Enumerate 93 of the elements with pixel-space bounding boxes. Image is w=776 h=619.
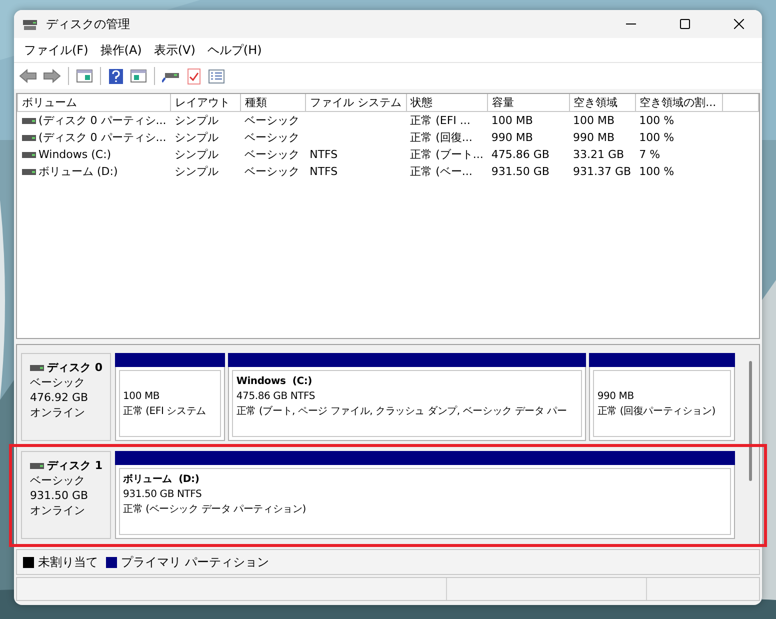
partition-size: 100 MB bbox=[123, 390, 161, 404]
menu-item[interactable]: ファイル(F) bbox=[18, 42, 94, 58]
legend-label: 未割り当て bbox=[38, 554, 98, 570]
table-cell: (ディスク 0 パーティシ... bbox=[38, 130, 166, 145]
partition-size: 931.50 GB NTFS bbox=[123, 488, 203, 502]
pane-button[interactable] bbox=[75, 67, 94, 85]
table-cell: 100 % bbox=[639, 131, 674, 144]
scrollbar-thumb[interactable] bbox=[749, 361, 752, 481]
table-cell: 990 MB bbox=[573, 131, 615, 144]
close-icon bbox=[734, 19, 744, 29]
table-cell: 990 MB bbox=[491, 131, 533, 144]
disk-management-icon bbox=[22, 17, 38, 31]
forward-arrow-button[interactable] bbox=[42, 67, 62, 85]
table-cell: Windows (C:) bbox=[38, 148, 112, 161]
list-icon bbox=[208, 68, 225, 84]
column-header[interactable]: 空き領域 bbox=[569, 94, 636, 112]
table-cell: 7 % bbox=[639, 148, 660, 161]
drive-icon bbox=[30, 364, 44, 372]
partition-title: Windows (C:) bbox=[236, 375, 314, 389]
table-cell: NTFS bbox=[310, 148, 338, 161]
back-arrow-button[interactable] bbox=[18, 67, 38, 85]
disk-size: 476.92 GB bbox=[30, 390, 90, 405]
column-header[interactable]: レイアウト bbox=[170, 94, 241, 112]
menu-item[interactable]: 操作(A) bbox=[94, 42, 148, 58]
partition-size: 475.86 GB NTFS bbox=[236, 390, 316, 404]
table-cell: 931.37 GB bbox=[573, 165, 632, 178]
disk-status: オンライン bbox=[30, 405, 86, 420]
pane-icon bbox=[130, 68, 147, 84]
disk-type: ベーシック bbox=[30, 473, 86, 488]
menu-item[interactable]: ヘルプ(H) bbox=[201, 42, 268, 58]
disk-name: ディスク 1 bbox=[47, 458, 102, 473]
drive-icon bbox=[22, 168, 36, 176]
column-header[interactable]: 状態 bbox=[406, 94, 488, 112]
disk-name: ディスク 0 bbox=[47, 360, 102, 375]
table-cell: 33.21 GB bbox=[573, 148, 624, 161]
partition-panel[interactable]: 100 MB 正常 (EFI システム bbox=[115, 367, 226, 441]
drive-icon bbox=[22, 116, 36, 124]
partition-status: 正常 (回復パーティション) bbox=[597, 404, 717, 418]
table-cell: ベーシック bbox=[244, 165, 300, 178]
help-button[interactable] bbox=[107, 66, 125, 86]
column-header[interactable]: 種類 bbox=[240, 94, 306, 112]
partition-status: 正常 (ベーシック データ パーティション) bbox=[123, 502, 307, 517]
list-button[interactable] bbox=[207, 66, 226, 86]
table-cell: 100 MB bbox=[573, 114, 615, 127]
table-cell: 931.50 GB bbox=[491, 165, 550, 178]
disk-size: 931.50 GB bbox=[30, 488, 90, 503]
drive-icon bbox=[22, 134, 36, 142]
back-arrow-icon bbox=[19, 68, 37, 84]
help-icon bbox=[108, 68, 124, 84]
table-cell: 正常 (ベー... bbox=[410, 165, 472, 178]
disk-type: ベーシック bbox=[30, 375, 86, 390]
column-header[interactable]: 容量 bbox=[487, 94, 570, 112]
drive-icon bbox=[22, 150, 36, 158]
table-cell: ボリューム (D:) bbox=[38, 164, 118, 179]
partition-panel[interactable]: Windows (C:) 475.86 GB NTFS 正常 (ブート, ページ ファイル, クラッシュ ダンプ, ベーシック データ パー bbox=[228, 367, 586, 441]
table-cell: (ディスク 0 パーティシ... bbox=[38, 113, 166, 128]
disk-status: オンライン bbox=[30, 503, 86, 518]
pane-icon bbox=[76, 68, 93, 84]
table-cell: シンプル bbox=[174, 165, 218, 178]
table-cell: 正常 (回復... bbox=[410, 131, 472, 144]
legend-label: プライマリ パーティション bbox=[121, 554, 269, 570]
table-cell: シンプル bbox=[174, 131, 218, 144]
table-cell: ベーシック bbox=[244, 114, 300, 127]
table-cell: NTFS bbox=[310, 165, 338, 178]
table-cell: 100 % bbox=[639, 114, 674, 127]
partition-status: 正常 (ブート, ページ ファイル, クラッシュ ダンプ, ベーシック データ パー bbox=[236, 404, 568, 419]
drive-icon bbox=[30, 462, 44, 470]
table-cell: 100 % bbox=[639, 165, 674, 178]
checklist-icon bbox=[186, 68, 202, 84]
menu-item[interactable]: 表示(V) bbox=[148, 42, 202, 58]
forward-arrow-icon bbox=[43, 68, 61, 84]
table-cell: ベーシック bbox=[244, 148, 300, 161]
partition-panel[interactable]: 990 MB 正常 (回復パーティション) bbox=[589, 367, 735, 441]
partition-size: 990 MB bbox=[597, 390, 635, 404]
partition-title: ボリューム (D:) bbox=[123, 473, 200, 487]
partition-status: 正常 (EFI システム bbox=[123, 404, 207, 418]
maximize-icon bbox=[680, 19, 690, 29]
table-cell: シンプル bbox=[174, 148, 218, 161]
window-title: ディスクの管理 bbox=[46, 16, 130, 32]
column-header[interactable]: ファイル システム bbox=[306, 94, 406, 112]
table-cell: ベーシック bbox=[244, 131, 300, 144]
table-cell: シンプル bbox=[174, 114, 218, 127]
disk-info-panel[interactable]: ディスク 0 ベーシック 476.92 GB オンライン bbox=[21, 353, 111, 441]
table-cell: 475.86 GB bbox=[491, 148, 550, 161]
partition-panel[interactable]: ボリューム (D:) 931.50 GB NTFS 正常 (ベーシック データ パーティション) bbox=[115, 465, 735, 539]
disk-info-panel[interactable]: ディスク 1 ベーシック 931.50 GB オンライン bbox=[21, 451, 111, 539]
table-cell: 正常 (ブート... bbox=[410, 148, 484, 161]
table-cell: 100 MB bbox=[491, 114, 533, 127]
column-header[interactable]: 空き領域の割... bbox=[635, 94, 723, 112]
column-header[interactable]: ボリューム bbox=[18, 94, 170, 112]
table-cell: 正常 (EFI ... bbox=[410, 114, 470, 127]
pane-button[interactable] bbox=[129, 67, 148, 85]
checklist-button[interactable] bbox=[185, 66, 203, 86]
